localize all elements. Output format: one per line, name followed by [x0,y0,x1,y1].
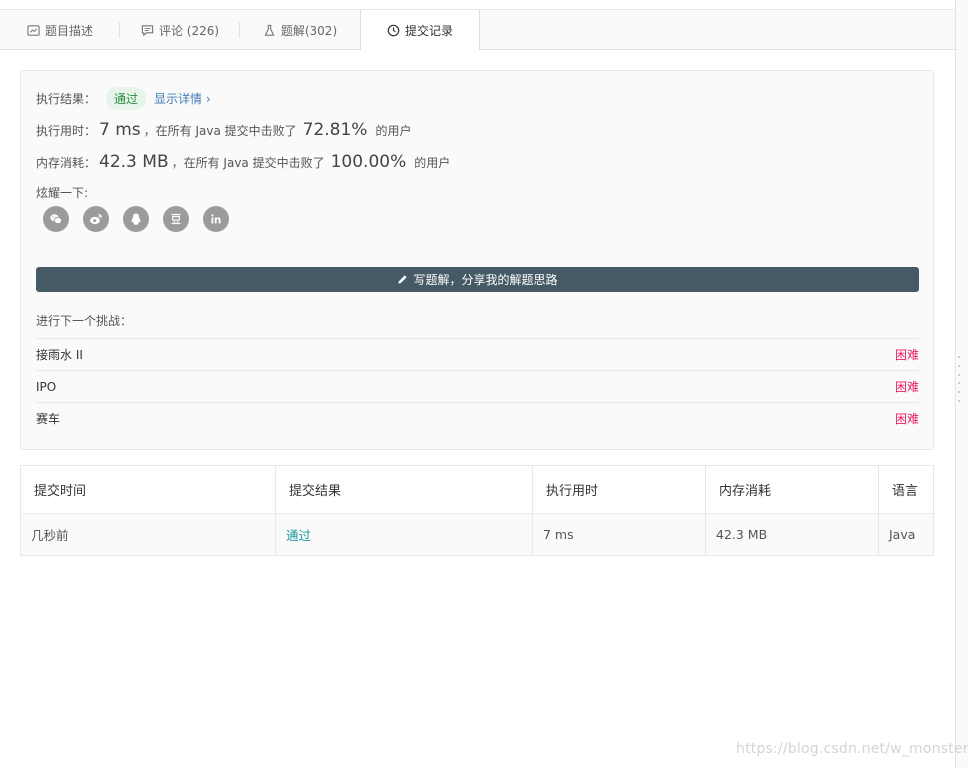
tab-solutions-label: 题解(302) [280,23,338,38]
next-challenge-list: 接雨水 II 困难 IPO 困难 赛车 困难 [36,338,919,434]
submission-status-link[interactable]: 通过 [286,525,311,544]
resize-handle[interactable] [958,356,961,402]
watermark: https://blog.csdn.net/w_monster [736,741,968,757]
difficulty-label: 困难 [894,348,919,362]
cell-runtime: 7 ms [533,514,706,555]
challenge-link[interactable]: 赛车 [36,410,60,427]
tab-comments[interactable]: 评论 (226) [120,10,240,50]
wechat-icon[interactable] [43,206,69,232]
memory-suffix: 的用户 [414,156,451,170]
memory-value: 42.3 MB [99,152,169,172]
table-header: 提交时间 提交结果 执行用时 内存消耗 语言 [21,466,933,514]
douban-icon[interactable] [163,206,189,232]
result-label: 执行结果： [36,91,97,106]
challenge-link[interactable]: 接雨水 II [36,346,83,363]
runtime-percent: 72.81% [302,120,368,140]
clock-icon [387,23,401,37]
next-challenge-title: 进行下一个挑战： [36,314,133,328]
result-row: 执行结果： 通过 显示详情 › [36,86,211,110]
tab-description-label: 题目描述 [44,23,93,38]
tab-comments-label: 评论 (226) [158,23,220,38]
share-buttons [43,206,243,232]
status-badge: 通过 [106,86,147,110]
header-memory: 内存消耗 [706,466,879,513]
runtime-middle-text: ，在所有 Java 提交中击败了 [143,124,297,138]
list-item: IPO 困难 [36,370,919,402]
runtime-label: 执行用时： [36,124,97,138]
header-submit-time: 提交时间 [21,466,276,513]
list-item: 接雨水 II 困难 [36,338,919,370]
cell-memory: 42.3 MB [706,514,879,555]
table-row: 几秒前 通过 7 ms 42.3 MB Java [21,514,933,555]
qq-icon[interactable] [123,206,149,232]
top-strip [0,0,955,10]
write-solution-label: 写题解，分享我的解题思路 [413,273,558,287]
cell-time: 几秒前 [21,514,276,555]
difficulty-label: 困难 [894,380,919,394]
difficulty-label: 困难 [894,412,919,426]
show-details-link[interactable]: 显示详情 › [154,90,211,107]
tab-submissions-label: 提交记录 [404,23,453,38]
memory-percent: 100.00% [330,152,407,172]
tab-description[interactable]: 题目描述 [0,10,120,50]
cell-language: Java [889,527,916,542]
runtime-suffix: 的用户 [375,124,412,138]
description-icon [27,23,41,37]
pencil-icon [398,275,408,284]
header-language: 语言 [892,484,919,499]
comment-icon [141,23,155,37]
memory-label: 内存消耗： [36,156,97,170]
tab-solutions[interactable]: 题解(302) [240,10,360,50]
memory-stat: 内存消耗： 42.3 MB ，在所有 Java 提交中击败了 100.00% 的… [36,152,450,172]
share-label: 炫耀一下: [36,186,89,200]
cell-status: 通过 [276,514,533,555]
submission-result-card: 执行结果： 通过 显示详情 › 执行用时： 7 ms ，在所有 Java 提交中… [20,70,934,450]
tab-bar: 题目描述 评论 (226) 题解(302) 提交记录 [0,10,955,50]
runtime-stat: 执行用时： 7 ms ，在所有 Java 提交中击败了 72.81% 的用户 [36,120,411,140]
submissions-table: 提交时间 提交结果 执行用时 内存消耗 语言 几秒前 通过 7 ms 42.3 … [20,465,934,556]
runtime-value: 7 ms [99,120,141,140]
challenge-link[interactable]: IPO [36,380,56,394]
right-panel-edge [955,0,968,768]
write-solution-button[interactable]: 写题解，分享我的解题思路 [36,267,919,292]
flask-icon [263,23,277,37]
linkedin-icon[interactable] [203,206,229,232]
header-submit-result: 提交结果 [276,466,533,513]
memory-middle-text: ，在所有 Java 提交中击败了 [171,156,325,170]
header-runtime: 执行用时 [533,466,706,513]
tab-submissions[interactable]: 提交记录 [360,10,480,50]
weibo-icon[interactable] [83,206,109,232]
list-item: 赛车 困难 [36,402,919,434]
